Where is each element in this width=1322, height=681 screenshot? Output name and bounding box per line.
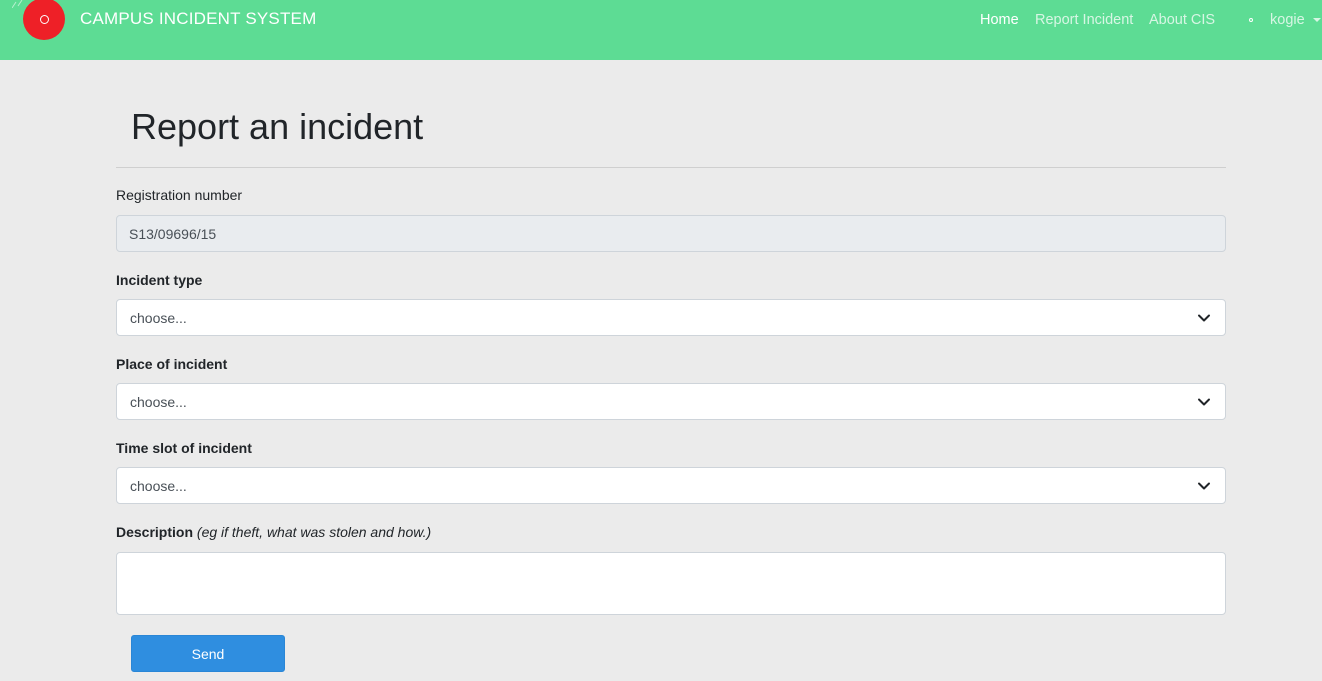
- send-button[interactable]: Send: [131, 635, 285, 672]
- incident-type-label: Incident type: [116, 272, 203, 288]
- chevron-down-icon: [1198, 398, 1210, 406]
- registration-field: S13/09696/15: [116, 215, 1226, 252]
- page-title: Report an incident: [131, 106, 424, 147]
- time-slot-label: Time slot of incident: [116, 440, 252, 456]
- place-label: Place of incident: [116, 356, 228, 372]
- place-select[interactable]: choose...: [116, 383, 1226, 420]
- description-textarea[interactable]: [116, 552, 1226, 615]
- logo-ring-icon: [39, 14, 49, 24]
- incident-type-selected: choose...: [130, 309, 187, 326]
- description-hint: (eg if theft, what was stolen and how.): [196, 524, 432, 540]
- user-status-icon: [1249, 18, 1253, 22]
- top-navbar: CAMPUS INCIDENT SYSTEM Home Report Incid…: [0, 0, 1322, 60]
- registration-value: S13/09696/15: [129, 225, 217, 242]
- registration-label: Registration number: [116, 187, 243, 203]
- time-slot-selected: choose...: [130, 477, 187, 494]
- time-slot-select[interactable]: choose...: [116, 467, 1226, 504]
- incident-type-select[interactable]: choose...: [116, 299, 1226, 336]
- chevron-down-icon: [1198, 314, 1210, 322]
- nav-about-link[interactable]: About CIS: [1149, 12, 1215, 28]
- divider: [116, 167, 1226, 168]
- logo-spark-icon: [12, 0, 23, 8]
- description-label: Description (eg if theft, what was stole…: [116, 524, 431, 540]
- logo[interactable]: [23, 0, 65, 40]
- nav-report-incident-link[interactable]: Report Incident: [1035, 12, 1133, 28]
- caret-down-icon[interactable]: [1313, 18, 1321, 22]
- nav-home-link[interactable]: Home: [980, 12, 1019, 28]
- brand-title[interactable]: CAMPUS INCIDENT SYSTEM: [80, 9, 316, 29]
- chevron-down-icon: [1198, 482, 1210, 490]
- user-menu-toggle[interactable]: kogie: [1270, 12, 1305, 28]
- description-label-text: Description: [116, 524, 194, 540]
- place-selected: choose...: [130, 393, 187, 410]
